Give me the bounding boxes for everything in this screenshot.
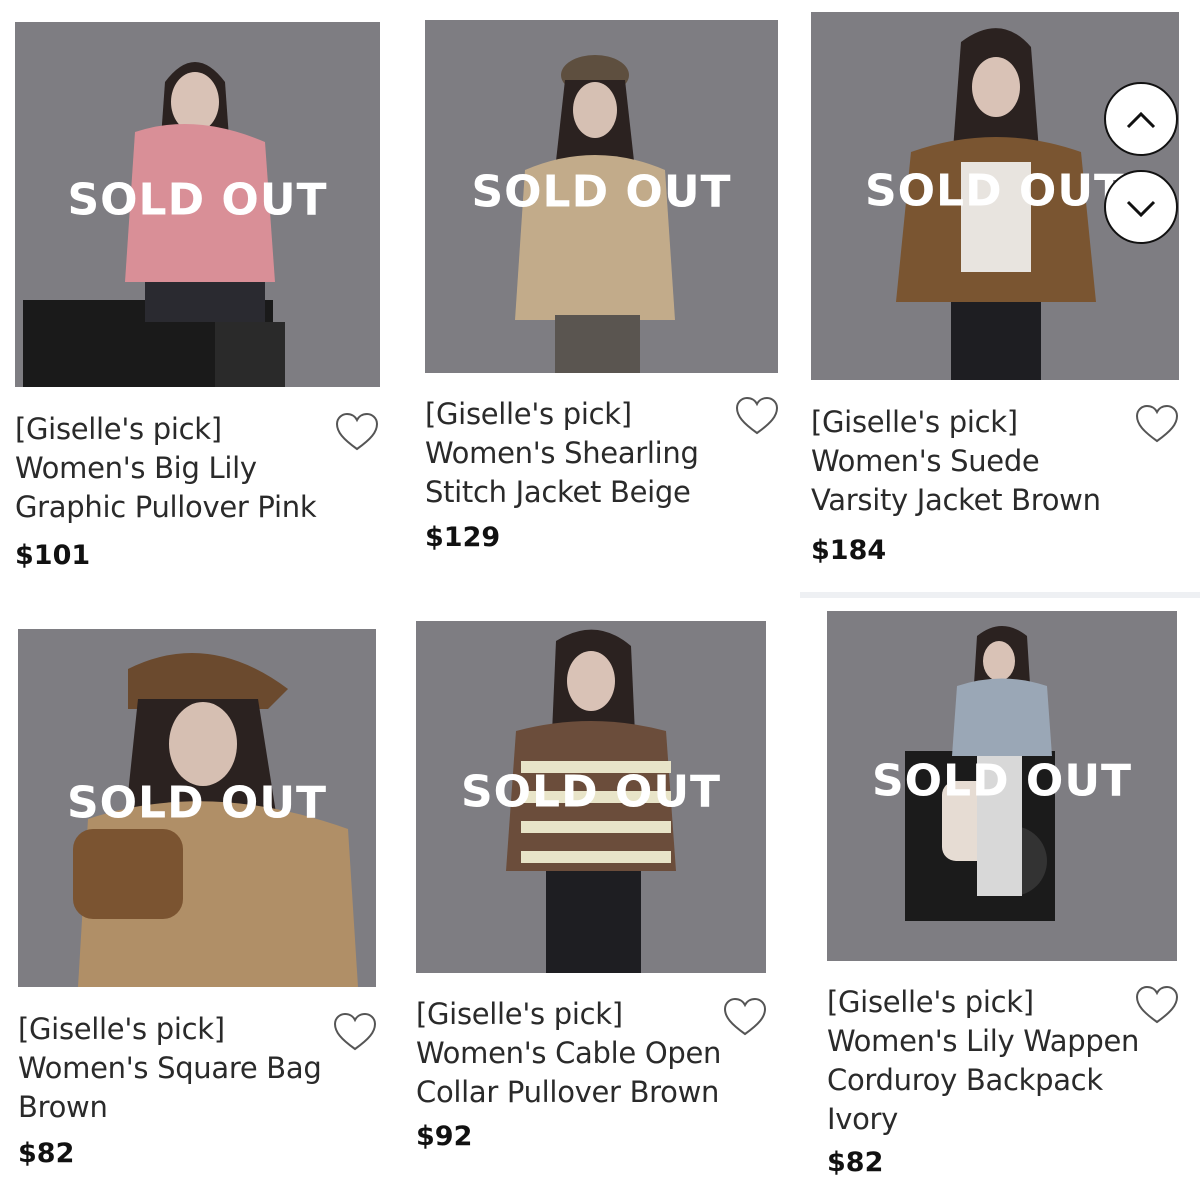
product-image[interactable]: SOLD OUT [827,611,1177,961]
product-price: $82 [827,1147,884,1178]
product-title[interactable]: [Giselle's pick] Women's Shearling Stitc… [425,395,699,512]
product-image[interactable]: SOLD OUT [18,629,376,987]
product-title-line: Brown [18,1090,108,1124]
product-title[interactable]: [Giselle's pick] Women's Square Bag Brow… [18,1010,322,1127]
product-title-line: Corduroy Backpack [827,1063,1103,1097]
sold-out-overlay: SOLD OUT [67,173,328,225]
product-title-line: Women's Lily Wappen [827,1024,1140,1058]
product-price: $129 [425,522,501,553]
product-title[interactable]: [Giselle's pick] Women's Suede Varsity J… [811,403,1101,520]
product-title-line: [Giselle's pick] [18,1012,225,1046]
heart-outline-icon[interactable] [735,396,779,436]
heart-outline-icon[interactable] [335,412,379,452]
product-price: $92 [416,1121,473,1152]
product-title-line: Women's Shearling [425,436,699,470]
product-image[interactable]: SOLD OUT [15,22,380,387]
product-title-line: [Giselle's pick] [425,397,632,431]
product-title-line: [Giselle's pick] [827,985,1034,1019]
product-title-line: Women's Square Bag [18,1051,322,1085]
scroll-down-button[interactable] [1104,170,1178,244]
scroll-up-button[interactable] [1104,82,1178,156]
product-title-line: Varsity Jacket Brown [811,483,1101,517]
heart-outline-icon[interactable] [1135,985,1179,1025]
sold-out-overlay: SOLD OUT [871,755,1133,807]
product-title-line: Collar Pullover Brown [416,1075,720,1109]
chevron-up-icon [1126,111,1156,129]
product-title-line: [Giselle's pick] [416,997,623,1031]
product-title-line: Stitch Jacket Beige [425,475,691,509]
heart-outline-icon[interactable] [723,997,767,1037]
product-price: $184 [811,535,887,566]
product-title-line: Women's Suede [811,444,1040,478]
heart-outline-icon[interactable] [333,1012,377,1052]
product-image[interactable]: SOLD OUT [416,621,766,973]
product-image[interactable]: SOLD OUT [425,20,778,373]
sold-out-overlay: SOLD OUT [471,165,732,217]
chevron-down-icon [1126,200,1156,218]
heart-outline-icon[interactable] [1135,404,1179,444]
product-title[interactable]: [Giselle's pick] Women's Cable Open Coll… [416,995,721,1112]
sold-out-overlay: SOLD OUT [460,766,722,818]
product-title-line: Ivory [827,1102,899,1136]
product-price: $82 [18,1138,75,1169]
divider [800,592,1200,598]
product-title-line: [Giselle's pick] [811,405,1018,439]
product-title-line: Graphic Pullover Pink [15,490,317,524]
product-title-line: [Giselle's pick] [15,412,222,446]
product-title-line: Women's Big Lily [15,451,257,485]
sold-out-overlay: SOLD OUT [66,777,328,829]
product-price: $101 [15,540,91,571]
product-title[interactable]: [Giselle's pick] Women's Big Lily Graphi… [15,410,317,527]
product-title-line: Women's Cable Open [416,1036,722,1070]
product-title[interactable]: [Giselle's pick] Women's Lily Wappen Cor… [827,983,1139,1139]
